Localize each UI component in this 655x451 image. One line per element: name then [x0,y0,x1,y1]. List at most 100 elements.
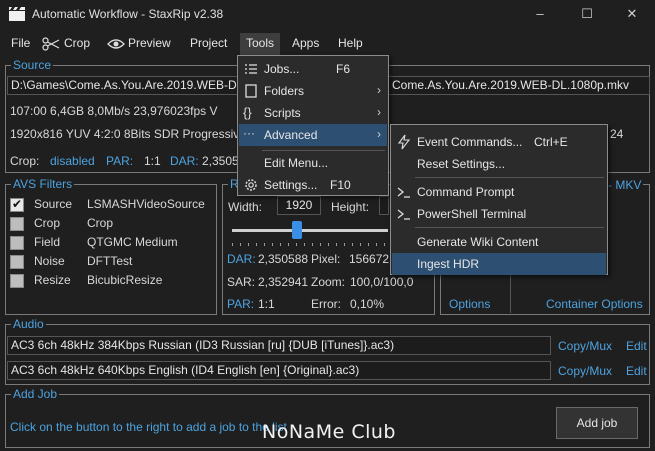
height-field[interactable] [379,196,389,215]
folder-icon [245,84,257,98]
advanced-menu-event-commands[interactable]: Event Commands... Ctrl+E [392,131,606,153]
filter-row[interactable]: Resize BicubicResize [10,272,215,290]
sar-value: 2,352941 [258,275,309,289]
filter-checkbox[interactable] [10,255,24,269]
menu-apps[interactable]: Apps [292,36,319,50]
menu-tools[interactable]: Tools [240,33,281,55]
audio-track-field[interactable]: AC3 6ch 48kHz 640Kbps English (ID4 Engli… [7,361,551,380]
maximize-button[interactable]: ☐ [564,0,610,29]
chevron-right-icon: › [377,127,381,141]
menu-crop[interactable]: Crop [64,36,90,50]
resize-slider-track [232,229,388,232]
tools-menu-jobs-shortcut: F6 [336,62,351,76]
tools-menu-settings[interactable]: Settings... F10 [239,174,387,196]
advanced-menu-powershell-terminal[interactable]: PowerShell Terminal [392,203,606,225]
add-job-button[interactable]: Add job [556,407,638,439]
par-label: PAR: [106,154,134,168]
resize-slider-thumb[interactable] [292,221,302,239]
width-field[interactable]: 1920 [277,196,321,215]
filter-row[interactable]: Noise DFTTest [10,253,215,271]
filter-value: DFTTest [87,254,133,268]
scissors-icon [42,37,60,51]
menu-separator [262,150,385,151]
list-icon [245,64,257,74]
audio-group-label: Audio [11,317,46,331]
advanced-menu-event-commands-shortcut: Ctrl+E [534,135,568,149]
filter-name: Field [34,235,61,249]
terminal-icon [397,187,410,198]
advanced-menu-command-prompt[interactable]: Command Prompt [392,181,606,203]
tools-menu-scripts[interactable]: {} Scripts › [239,102,387,124]
pixel-value: 156672 [349,252,389,266]
filter-value: Crop [87,216,114,230]
close-button[interactable]: ✕ [609,0,655,29]
tools-menu-jobs[interactable]: Jobs... F6 [239,58,387,80]
advanced-menu-reset-settings[interactable]: Reset Settings... [392,153,606,175]
eye-icon [107,39,125,49]
tools-menu-folders[interactable]: Folders › [239,80,387,102]
menu-preview[interactable]: Preview [128,36,171,50]
height-label: Height: [331,200,370,214]
filter-name: Resize [34,273,71,287]
menu-bar: File Crop Preview Project Tools Apps Hel… [0,33,655,55]
advanced-submenu: Event Commands... Ctrl+E Reset Settings.… [390,124,608,275]
filter-name: Source [34,197,73,211]
filter-checkbox[interactable] [10,274,24,288]
zoom-value: 100,0/100,0 [350,275,414,289]
menu-project[interactable]: Project [190,36,227,50]
minimize-button[interactable]: – [517,0,563,29]
menu-help[interactable]: Help [338,36,363,50]
options-link[interactable]: Options [449,297,490,311]
error-value: 0,10% [350,297,385,311]
chevron-right-icon: › [377,105,381,119]
resize-par-label: PAR: [227,297,255,311]
filter-row[interactable]: Crop Crop [10,215,215,233]
ellipsis-icon: ··· [243,126,255,140]
menu-file[interactable]: File [11,36,30,50]
advanced-menu-reset-settings-label: Reset Settings... [417,157,506,171]
add-job-label: Add Job [11,387,60,401]
source-path-field-right[interactable]: Come.As.You.Are.2019.WEB-DL.1080p.mkv [388,76,650,95]
filter-checkbox[interactable] [10,197,24,212]
resize-dar-value: 2,350588 [258,252,309,266]
menu-separator [415,177,604,178]
audio-track-field[interactable]: AC3 6ch 48kHz 384Kbps Russian (ID3 Russi… [7,336,551,355]
avs-filters-label: AVS Filters [11,177,75,191]
tools-menu-edit-menu[interactable]: Edit Menu... [239,152,387,174]
tools-menu-settings-shortcut: F10 [330,178,351,192]
tools-menu-edit-menu-label: Edit Menu... [264,156,329,170]
audio-edit-link[interactable]: Edit [626,339,647,353]
error-label: Error: [311,297,341,311]
tools-menu-folders-label: Folders [264,84,305,98]
filter-name: Crop [34,216,61,230]
filter-checkbox[interactable] [10,217,24,231]
advanced-menu-ingest-hdr[interactable]: Ingest HDR [392,253,606,275]
audio-copy-mux-link[interactable]: Copy/Mux [558,339,612,353]
braces-icon: {} [243,105,252,120]
window-title: Automatic Workflow - StaxRip v2.38 [32,7,224,21]
tools-menu-advanced[interactable]: ··· Advanced › [239,124,387,146]
crop-value[interactable]: disabled [50,154,95,168]
source-info-line1: 107:00 6,4GB 8,0Mb/s 23,976023fps V [10,104,218,118]
source-info-line2: 1920x816 YUV 4:2:0 8Bits SDR Progressive [10,127,246,141]
advanced-menu-ingest-hdr-label: Ingest HDR [417,257,480,271]
audio-edit-link[interactable]: Edit [626,364,647,378]
filter-checkbox[interactable] [10,236,24,250]
watermark-text: NoNaMe Club [262,421,396,443]
filter-row[interactable]: Field QTGMC Medium [10,234,215,252]
dar-value: 2,3505 [202,154,239,168]
tools-menu: Jobs... F6 Folders › {} Scripts › ··· Ad… [237,55,389,196]
advanced-menu-command-prompt-label: Command Prompt [417,185,515,199]
zoom-label: Zoom: [311,275,346,289]
container-options-link[interactable]: Container Options [546,297,643,311]
filter-row[interactable]: Source LSMASHVideoSource [10,196,215,214]
source-path-field[interactable]: D:\Games\Come.As.You.Are.2019.WEB-DL. [7,76,242,95]
sar-label: SAR: [227,275,256,289]
source-info-line2-tail: 24 [610,127,624,141]
crop-label: Crop: [10,154,40,168]
clapperboard-icon [9,7,25,21]
audio-copy-mux-link[interactable]: Copy/Mux [558,364,612,378]
container-group-label: - MKV [606,178,644,192]
tools-menu-settings-label: Settings... [264,178,318,192]
advanced-menu-generate-wiki-content[interactable]: Generate Wiki Content [392,231,606,253]
